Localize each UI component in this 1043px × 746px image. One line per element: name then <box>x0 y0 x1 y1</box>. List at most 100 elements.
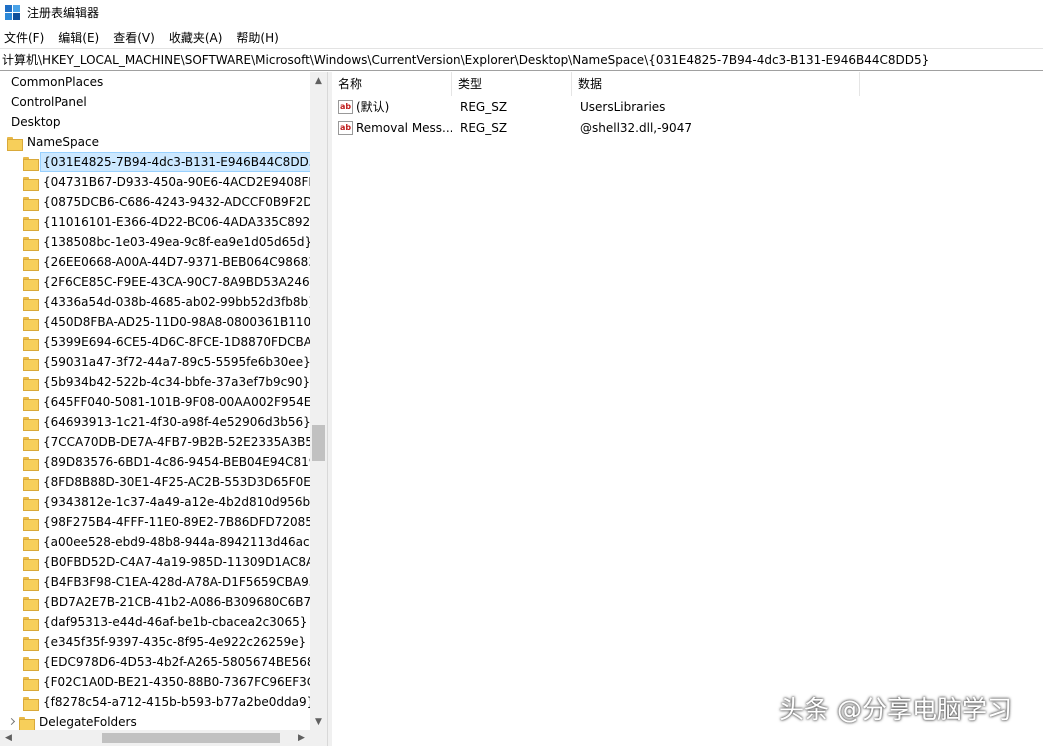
tree-item-label: ControlPanel <box>11 95 87 109</box>
string-value-icon: ab <box>338 121 353 135</box>
tree-item-label: {89D83576-6BD1-4c86-9454-BEB04E94C819} <box>43 455 325 469</box>
tree-item-label: {4336a54d-038b-4685-ab02-99bb52d3fb8b} <box>43 295 316 309</box>
scrollbar-thumb[interactable] <box>312 425 325 461</box>
tree-item-namespace-child[interactable]: {04731B67-D933-450a-90E6-4ACD2E9408FE} <box>23 172 326 192</box>
tree-item-label: {450D8FBA-AD25-11D0-98A8-0800361B1103} <box>43 315 327 329</box>
folder-icon <box>23 276 39 291</box>
value-row[interactable]: ab (默认) REG_SZ UsersLibraries <box>332 97 1043 117</box>
column-header-data[interactable]: 数据 <box>572 72 860 96</box>
tree-item-label: {daf95313-e44d-46af-be1b-cbacea2c3065} <box>43 615 308 629</box>
folder-icon <box>23 296 39 311</box>
string-value-icon: ab <box>338 100 353 114</box>
tree-item-namespace-child[interactable]: {64693913-1c21-4f30-a98f-4e52906d3b56} <box>23 412 313 432</box>
tree-item-label: {9343812e-1c37-4a49-a12e-4b2d810d956b} <box>43 495 318 509</box>
tree-item-label: {a00ee528-ebd9-48b8-944a-8942113d46ac} <box>43 535 318 549</box>
tree-item-label: {BD7A2E7B-21CB-41b2-A086-B309680C6B7E} <box>43 595 327 609</box>
scrollbar-thumb[interactable] <box>102 733 280 743</box>
value-row[interactable]: ab Removal Mess... REG_SZ @shell32.dll,-… <box>332 118 1043 138</box>
tree-item-label: DelegateFolders <box>39 715 137 729</box>
tree-item-desktop[interactable]: Desktop <box>9 112 63 132</box>
folder-icon <box>23 636 39 651</box>
values-list[interactable]: 名称 类型 数据 ab (默认) REG_SZ UsersLibraries a… <box>332 72 1043 746</box>
tree-item-namespace-child[interactable]: {EDC978D6-4D53-4b2f-A265-5805674BE568} <box>23 652 324 672</box>
folder-icon <box>23 616 39 631</box>
tree-item-namespace-child[interactable]: {8FD8B88D-30E1-4F25-AC2B-553D3D65F0EA} <box>23 472 327 492</box>
tree-item-namespace-child[interactable]: {f8278c54-a712-415b-b593-b77a2be0dda9} <box>23 692 316 712</box>
menu-edit[interactable]: 编辑(E) <box>54 28 105 48</box>
column-header-name[interactable]: 名称 <box>332 72 452 96</box>
key-tree[interactable]: CommonPlaces ControlPanel Desktop NameSp… <box>0 72 327 746</box>
tree-item-namespace-child[interactable]: {B4FB3F98-C1EA-428d-A78A-D1F5659CBA93} <box>23 572 326 592</box>
tree-item-label: {11016101-E366-4D22-BC06-4ADA335C892B} <box>43 215 327 229</box>
menu-bar: 文件(F) 编辑(E) 查看(V) 收藏夹(A) 帮助(H) <box>0 27 1043 48</box>
tree-item-namespace-child[interactable]: {BD7A2E7B-21CB-41b2-A086-B309680C6B7E} <box>23 592 327 612</box>
tree-item-namespace-child[interactable]: {7CCA70DB-DE7A-4FB7-9B2B-52E2335A3B5A} <box>23 432 327 452</box>
tree-item-namespace-child[interactable]: {031E4825-7B94-4dc3-B131-E946B44C8DD5} <box>23 152 327 172</box>
expand-arrow-icon[interactable] <box>7 717 17 727</box>
tree-item-namespace-child[interactable]: {11016101-E366-4D22-BC06-4ADA335C892B} <box>23 212 327 232</box>
column-header-type[interactable]: 类型 <box>452 72 572 96</box>
tree-item-delegatefolders[interactable]: DelegateFolders <box>7 712 139 732</box>
value-name: Removal Mess... <box>356 121 452 135</box>
folder-icon <box>23 316 39 331</box>
folder-icon <box>23 456 39 471</box>
folder-icon <box>23 256 39 271</box>
folder-icon <box>23 576 39 591</box>
folder-icon <box>23 476 39 491</box>
tree-item-namespace-child[interactable]: {0875DCB6-C686-4243-9432-ADCCF0B9F2D7} <box>23 192 327 212</box>
tree-item-namespace-child[interactable]: {5399E694-6CE5-4D6C-8FCE-1D8870FDCBA0} <box>23 332 327 352</box>
scroll-right-arrow-icon[interactable]: ▶ <box>293 730 310 746</box>
tree-item-namespace-child[interactable]: {59031a47-3f72-44a7-89c5-5595fe6b30ee} <box>23 352 313 372</box>
scrollbar-corner <box>310 730 327 746</box>
tree-item-namespace-child[interactable]: {645FF040-5081-101B-9F08-00AA002F954E} <box>23 392 321 412</box>
tree-item-label: NameSpace <box>27 135 99 149</box>
folder-icon <box>19 716 35 731</box>
folder-icon <box>23 216 39 231</box>
tree-item-namespace-child[interactable]: {4336a54d-038b-4685-ab02-99bb52d3fb8b} <box>23 292 318 312</box>
folder-icon <box>23 656 39 671</box>
window-title: 注册表编辑器 <box>27 6 100 20</box>
tree-item-label: {64693913-1c21-4f30-a98f-4e52906d3b56} <box>43 415 311 429</box>
tree-item-label: {7CCA70DB-DE7A-4FB7-9B2B-52E2335A3B5A} <box>43 435 327 449</box>
regedit-app-icon <box>5 5 21 21</box>
tree-item-commonplaces[interactable]: CommonPlaces <box>9 72 105 92</box>
tree-item-label: Desktop <box>11 115 61 129</box>
tree-item-namespace-child[interactable]: {B0FBD52D-C4A7-4a19-985D-11309D1AC8AE} <box>23 552 327 572</box>
folder-icon <box>23 496 39 511</box>
tree-item-namespace-child[interactable]: {daf95313-e44d-46af-be1b-cbacea2c3065} <box>23 612 309 632</box>
tree-item-namespace-child[interactable]: {450D8FBA-AD25-11D0-98A8-0800361B1103} <box>23 312 327 332</box>
menu-file[interactable]: 文件(F) <box>0 28 50 48</box>
tree-horizontal-scrollbar[interactable]: ◀ ▶ <box>0 730 327 746</box>
tree-item-namespace-child[interactable]: {5b934b42-522b-4c34-bbfe-37a3ef7b9c90} <box>23 372 312 392</box>
folder-icon <box>23 516 39 531</box>
tree-item-label: {2F6CE85C-F9EE-43CA-90C7-8A9BD53A2467} <box>43 275 325 289</box>
scroll-up-arrow-icon[interactable]: ▲ <box>310 72 327 89</box>
tree-item-controlpanel[interactable]: ControlPanel <box>9 92 89 112</box>
tree-item-namespace-child[interactable]: {2F6CE85C-F9EE-43CA-90C7-8A9BD53A2467} <box>23 272 327 292</box>
tree-item-label: {0875DCB6-C686-4243-9432-ADCCF0B9F2D7} <box>43 195 327 209</box>
menu-help[interactable]: 帮助(H) <box>232 28 284 48</box>
tree-item-namespace-child[interactable]: {98F275B4-4FFF-11E0-89E2-7B86DFD72085} <box>23 512 323 532</box>
tree-item-namespace-child[interactable]: {26EE0668-A00A-44D7-9371-BEB064C98683} <box>23 252 325 272</box>
folder-icon <box>23 436 39 451</box>
tree-item-namespace-child[interactable]: {89D83576-6BD1-4c86-9454-BEB04E94C819} <box>23 452 326 472</box>
address-path[interactable]: 计算机\HKEY_LOCAL_MACHINE\SOFTWARE\Microsof… <box>2 52 929 68</box>
address-bar[interactable]: 计算机\HKEY_LOCAL_MACHINE\SOFTWARE\Microsof… <box>0 48 1043 71</box>
menu-view[interactable]: 查看(V) <box>109 28 161 48</box>
tree-item-label: CommonPlaces <box>11 75 104 89</box>
tree-item-label: {138508bc-1e03-49ea-9c8f-ea9e1d05d65d} <box>43 235 313 249</box>
tree-item-namespace-child[interactable]: {F02C1A0D-BE21-4350-88B0-7367FC96EF3C} <box>23 672 325 692</box>
tree-item-namespace-child[interactable]: {9343812e-1c37-4a49-a12e-4b2d810d956b} <box>23 492 320 512</box>
scroll-left-arrow-icon[interactable]: ◀ <box>0 730 17 746</box>
menu-favorites[interactable]: 收藏夹(A) <box>165 28 229 48</box>
tree-item-namespace-child[interactable]: {a00ee528-ebd9-48b8-944a-8942113d46ac} <box>23 532 319 552</box>
tree-vertical-scrollbar[interactable]: ▲ ▼ <box>310 72 327 730</box>
scroll-down-arrow-icon[interactable]: ▼ <box>310 713 327 730</box>
folder-icon <box>23 696 39 711</box>
tree-item-namespace-child[interactable]: {e345f35f-9397-435c-8f95-4e922c26259e} <box>23 632 308 652</box>
tree-item-namespace-child[interactable]: {138508bc-1e03-49ea-9c8f-ea9e1d05d65d} <box>23 232 314 252</box>
tree-item-namespace[interactable]: NameSpace <box>7 132 101 152</box>
tree-item-label: {EDC978D6-4D53-4b2f-A265-5805674BE568} <box>43 655 323 669</box>
tree-item-label: {59031a47-3f72-44a7-89c5-5595fe6b30ee} <box>43 355 311 369</box>
value-name: (默认) <box>356 100 390 114</box>
